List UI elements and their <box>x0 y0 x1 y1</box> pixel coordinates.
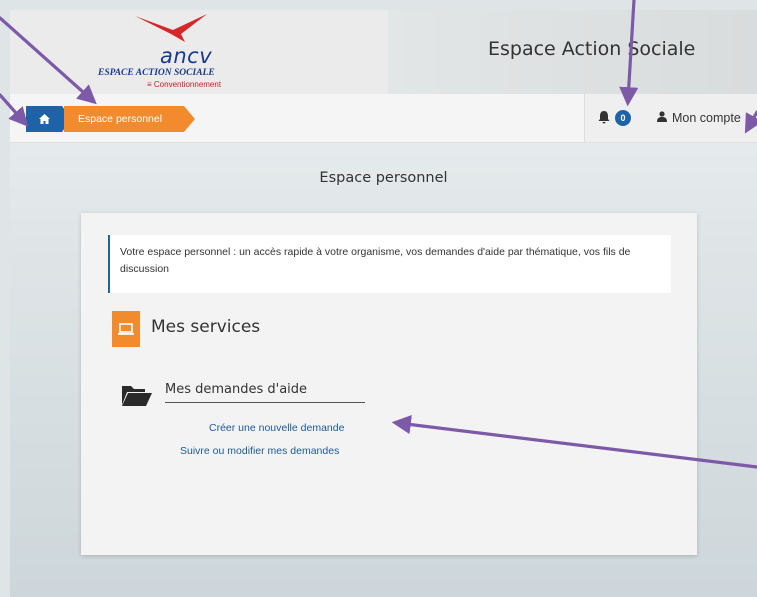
bell-icon <box>598 111 610 124</box>
ancv-logo: ancv ESPACE ACTION SOCIALE ≡ Conventionn… <box>10 10 388 94</box>
create-request-link[interactable]: Créer une nouvelle demande <box>209 422 344 434</box>
home-button[interactable] <box>26 106 71 132</box>
account-button[interactable]: Mon compte <box>647 94 757 142</box>
header: ancv ESPACE ACTION SOCIALE ≡ Conventionn… <box>10 10 757 94</box>
notifications-button[interactable]: 0 <box>584 94 648 142</box>
account-label: Mon compte <box>672 111 741 125</box>
services-card: Votre espace personnel : un accès rapide… <box>81 213 697 555</box>
breadcrumb-espace-personnel[interactable]: Espace personnel <box>64 106 195 132</box>
navbar: Espace personnel 0 Mon compte <box>10 94 757 143</box>
bird-logo-icon <box>135 14 207 42</box>
logo-text: ancv <box>160 44 213 68</box>
demandes-title: Mes demandes d'aide <box>165 382 308 397</box>
user-icon <box>657 111 667 122</box>
logo-subtitle: ESPACE ACTION SOCIALE <box>98 68 215 78</box>
page-title: Espace personnel <box>319 170 448 186</box>
services-title: Mes services <box>151 317 261 337</box>
home-icon <box>38 114 50 124</box>
intro-text: Votre espace personnel : un accès rapide… <box>108 235 671 293</box>
divider <box>165 402 365 403</box>
laptop-icon <box>112 311 140 347</box>
folder-open-icon <box>122 386 152 406</box>
follow-requests-link[interactable]: Suivre ou modifier mes demandes <box>180 445 339 457</box>
logo-tagline: ≡ Conventionnement <box>147 80 222 89</box>
notification-badge: 0 <box>615 110 631 126</box>
app-frame: ancv ESPACE ACTION SOCIALE ≡ Conventionn… <box>10 10 757 597</box>
app-title: Espace Action Sociale <box>488 38 696 60</box>
